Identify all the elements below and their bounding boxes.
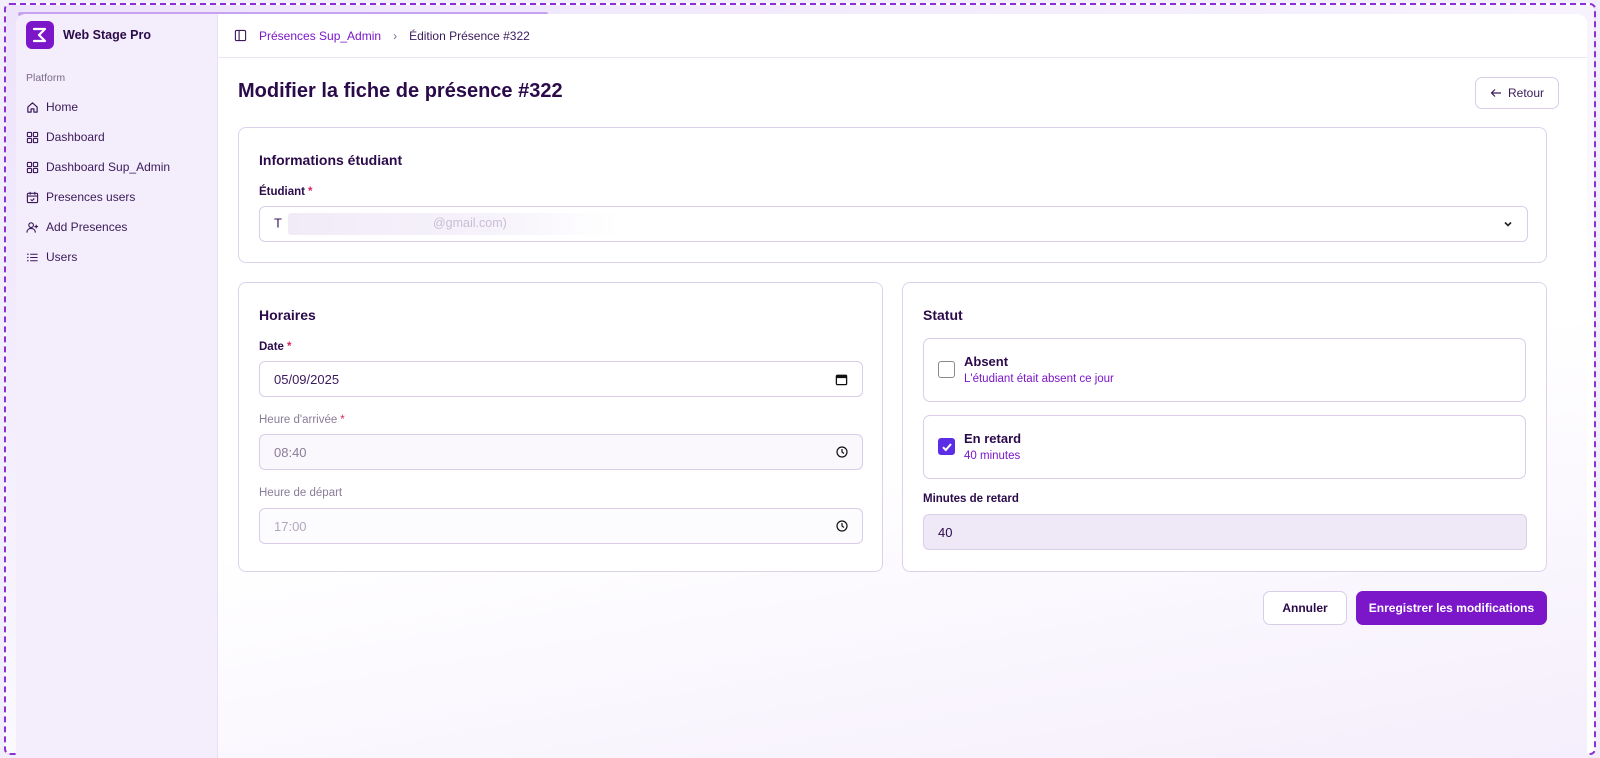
breadcrumb-parent-link[interactable]: Présences Sup_Admin bbox=[259, 29, 381, 43]
breadcrumb-current: Édition Présence #322 bbox=[409, 28, 530, 43]
cancel-button[interactable]: Annuler bbox=[1263, 591, 1347, 625]
status-card: Statut Absent L'étudiant était absent ce… bbox=[902, 282, 1547, 572]
sidebar-item-label: Dashboard bbox=[46, 130, 105, 144]
sidebar-toggle-icon[interactable] bbox=[234, 29, 247, 42]
date-input[interactable]: 05/09/2025 bbox=[259, 361, 863, 397]
brand-name: Web Stage Pro bbox=[63, 28, 151, 42]
departure-time-value: 17:00 bbox=[274, 518, 307, 534]
sidebar-item-presences-users[interactable]: Presences users bbox=[26, 182, 207, 212]
clock-icon[interactable] bbox=[836, 520, 848, 532]
student-info-card: Informations étudiant Étudiant * T @gmail.… bbox=[238, 127, 1547, 263]
calendar-check-icon bbox=[26, 191, 39, 203]
minutes-late-input[interactable]: 40 bbox=[923, 514, 1527, 550]
brand[interactable]: Web Stage Pro bbox=[26, 20, 207, 50]
arrival-label: Heure d'arrivée * bbox=[259, 414, 345, 426]
student-card-title: Informations étudiant bbox=[259, 152, 403, 168]
back-button-label: Retour bbox=[1507, 86, 1545, 100]
sidebar-item-dashboard-sup-admin[interactable]: Dashboard Sup_Admin bbox=[26, 152, 207, 182]
absent-title: Absent bbox=[964, 354, 1009, 369]
arrow-left-icon bbox=[1490, 87, 1502, 99]
absent-checkbox[interactable] bbox=[938, 361, 955, 378]
late-title: En retard bbox=[964, 431, 1022, 446]
home-icon bbox=[27, 101, 38, 113]
minutes-late-label: Minutes de retard bbox=[923, 493, 1019, 505]
sidebar-item-label: Dashboard Sup_Admin bbox=[46, 160, 171, 174]
status-card-title: Statut bbox=[923, 307, 963, 323]
sidebar-item-label: Presences users bbox=[46, 190, 136, 204]
student-label: Étudiant * bbox=[259, 186, 313, 198]
student-select[interactable]: T @gmail.com) bbox=[259, 206, 1528, 242]
user-plus-icon bbox=[26, 221, 39, 233]
absent-description: L'étudiant était absent ce jour bbox=[964, 373, 1114, 385]
grid-icon bbox=[26, 161, 39, 173]
date-value: 05/09/2025 bbox=[274, 371, 340, 387]
app-window: Web Stage Pro Platform Home Dashboard Da… bbox=[16, 14, 1587, 758]
departure-time-input[interactable]: 17:00 bbox=[259, 508, 863, 544]
arrival-time-input[interactable]: 08:40 bbox=[259, 434, 863, 470]
sidebar-item-label: Users bbox=[46, 250, 78, 264]
schedule-card-title: Horaires bbox=[259, 307, 316, 323]
chevron-down-icon bbox=[1503, 219, 1513, 229]
sidebar-item-add-presences[interactable]: Add Presences bbox=[26, 212, 207, 242]
late-option[interactable]: En retard 40 minutes bbox=[923, 415, 1526, 479]
sidebar-item-label: Home bbox=[46, 100, 79, 114]
grid-icon bbox=[26, 131, 39, 143]
absent-option[interactable]: Absent L'étudiant était absent ce jour bbox=[923, 338, 1526, 402]
schedule-card: Horaires Date * 05/09/2025 Heure d'arrivé… bbox=[238, 282, 883, 572]
arrival-time-value: 08:40 bbox=[274, 444, 307, 460]
minutes-late-value: 40 bbox=[938, 524, 953, 540]
chevron-right-icon: › bbox=[393, 28, 398, 43]
sidebar-item-label: Add Presences bbox=[46, 220, 128, 234]
late-description: 40 minutes bbox=[964, 450, 1021, 462]
redacted-block: @gmail.com) bbox=[287, 213, 618, 235]
late-checkbox[interactable] bbox=[938, 438, 955, 455]
sidebar: Web Stage Pro Platform Home Dashboard Da… bbox=[16, 14, 218, 758]
page-title: Modifier la fiche de présence #322 bbox=[238, 80, 563, 102]
check-icon bbox=[941, 442, 952, 451]
date-label: Date * bbox=[259, 341, 292, 353]
sidebar-item-dashboard[interactable]: Dashboard bbox=[26, 122, 207, 152]
clock-icon[interactable] bbox=[836, 446, 848, 458]
save-button[interactable]: Enregistrer les modifications bbox=[1356, 591, 1547, 625]
brand-logo-icon bbox=[26, 21, 54, 49]
main-content: Présences Sup_Admin › Édition Présence #… bbox=[218, 14, 1587, 758]
breadcrumb: Présences Sup_Admin › Édition Présence #… bbox=[218, 14, 1587, 58]
sidebar-item-home[interactable]: Home bbox=[26, 92, 207, 122]
list-icon bbox=[27, 253, 38, 261]
back-button[interactable]: Retour bbox=[1475, 77, 1559, 109]
student-select-value: T @gmail.com) bbox=[274, 213, 618, 235]
calendar-icon[interactable] bbox=[835, 373, 848, 386]
sidebar-group-label: Platform bbox=[26, 72, 66, 84]
sidebar-item-users[interactable]: Users bbox=[26, 242, 207, 272]
departure-label: Heure de départ bbox=[259, 487, 343, 499]
